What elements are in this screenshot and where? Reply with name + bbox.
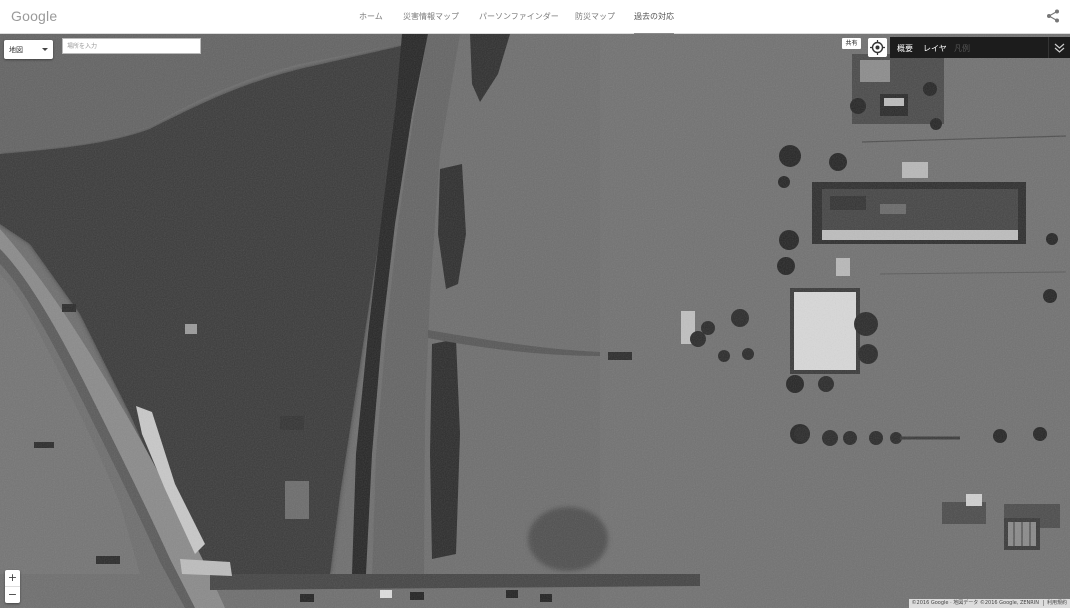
nav-disaster-map[interactable]: 災害情報マップ xyxy=(403,11,459,33)
aerial-imagery[interactable] xyxy=(0,34,1070,608)
chevron-double-down-icon[interactable] xyxy=(1048,37,1070,58)
location-search-input[interactable] xyxy=(62,38,201,54)
top-navigation-bar: Google ホーム 災害情報マップ パーソンファインダー 防災マップ 過去の対… xyxy=(0,0,1070,34)
attribution-text: ©2016 Google · 地図データ ©2016 Google, ZENRI… xyxy=(911,600,1039,606)
nav-person-finder[interactable]: パーソンファインダー xyxy=(479,11,559,33)
terms-link[interactable]: 利用規約 xyxy=(1042,600,1067,606)
caret-down-icon xyxy=(42,48,48,51)
nav-past-responses[interactable]: 過去の対応 xyxy=(634,11,674,34)
map-attribution: ©2016 Google · 地図データ ©2016 Google, ZENRI… xyxy=(908,599,1070,608)
map-share-button[interactable]: 共有 xyxy=(842,38,861,49)
nav-preparedness-map[interactable]: 防災マップ xyxy=(575,11,615,33)
zoom-out-button[interactable]: − xyxy=(5,587,20,603)
map-type-label: 地図 xyxy=(9,46,23,54)
zoom-in-button[interactable]: + xyxy=(5,570,20,587)
nav-home[interactable]: ホーム xyxy=(359,11,383,33)
locate-icon[interactable] xyxy=(868,38,887,57)
page: Google ホーム 災害情報マップ パーソンファインダー 防災マップ 過去の対… xyxy=(0,0,1070,608)
layer-panel-bar: 概要 レイヤ 凡例 xyxy=(890,37,1070,58)
satellite-map[interactable] xyxy=(0,34,1070,608)
share-icon[interactable] xyxy=(1046,9,1060,23)
map-type-selector[interactable]: 地図 xyxy=(4,40,53,59)
tab-legend[interactable]: 凡例 xyxy=(954,43,970,54)
zoom-control: + − xyxy=(5,570,20,603)
tab-overview[interactable]: 概要 xyxy=(897,43,913,54)
google-logo[interactable]: Google xyxy=(11,8,57,24)
tab-layers[interactable]: レイヤ xyxy=(923,43,947,54)
